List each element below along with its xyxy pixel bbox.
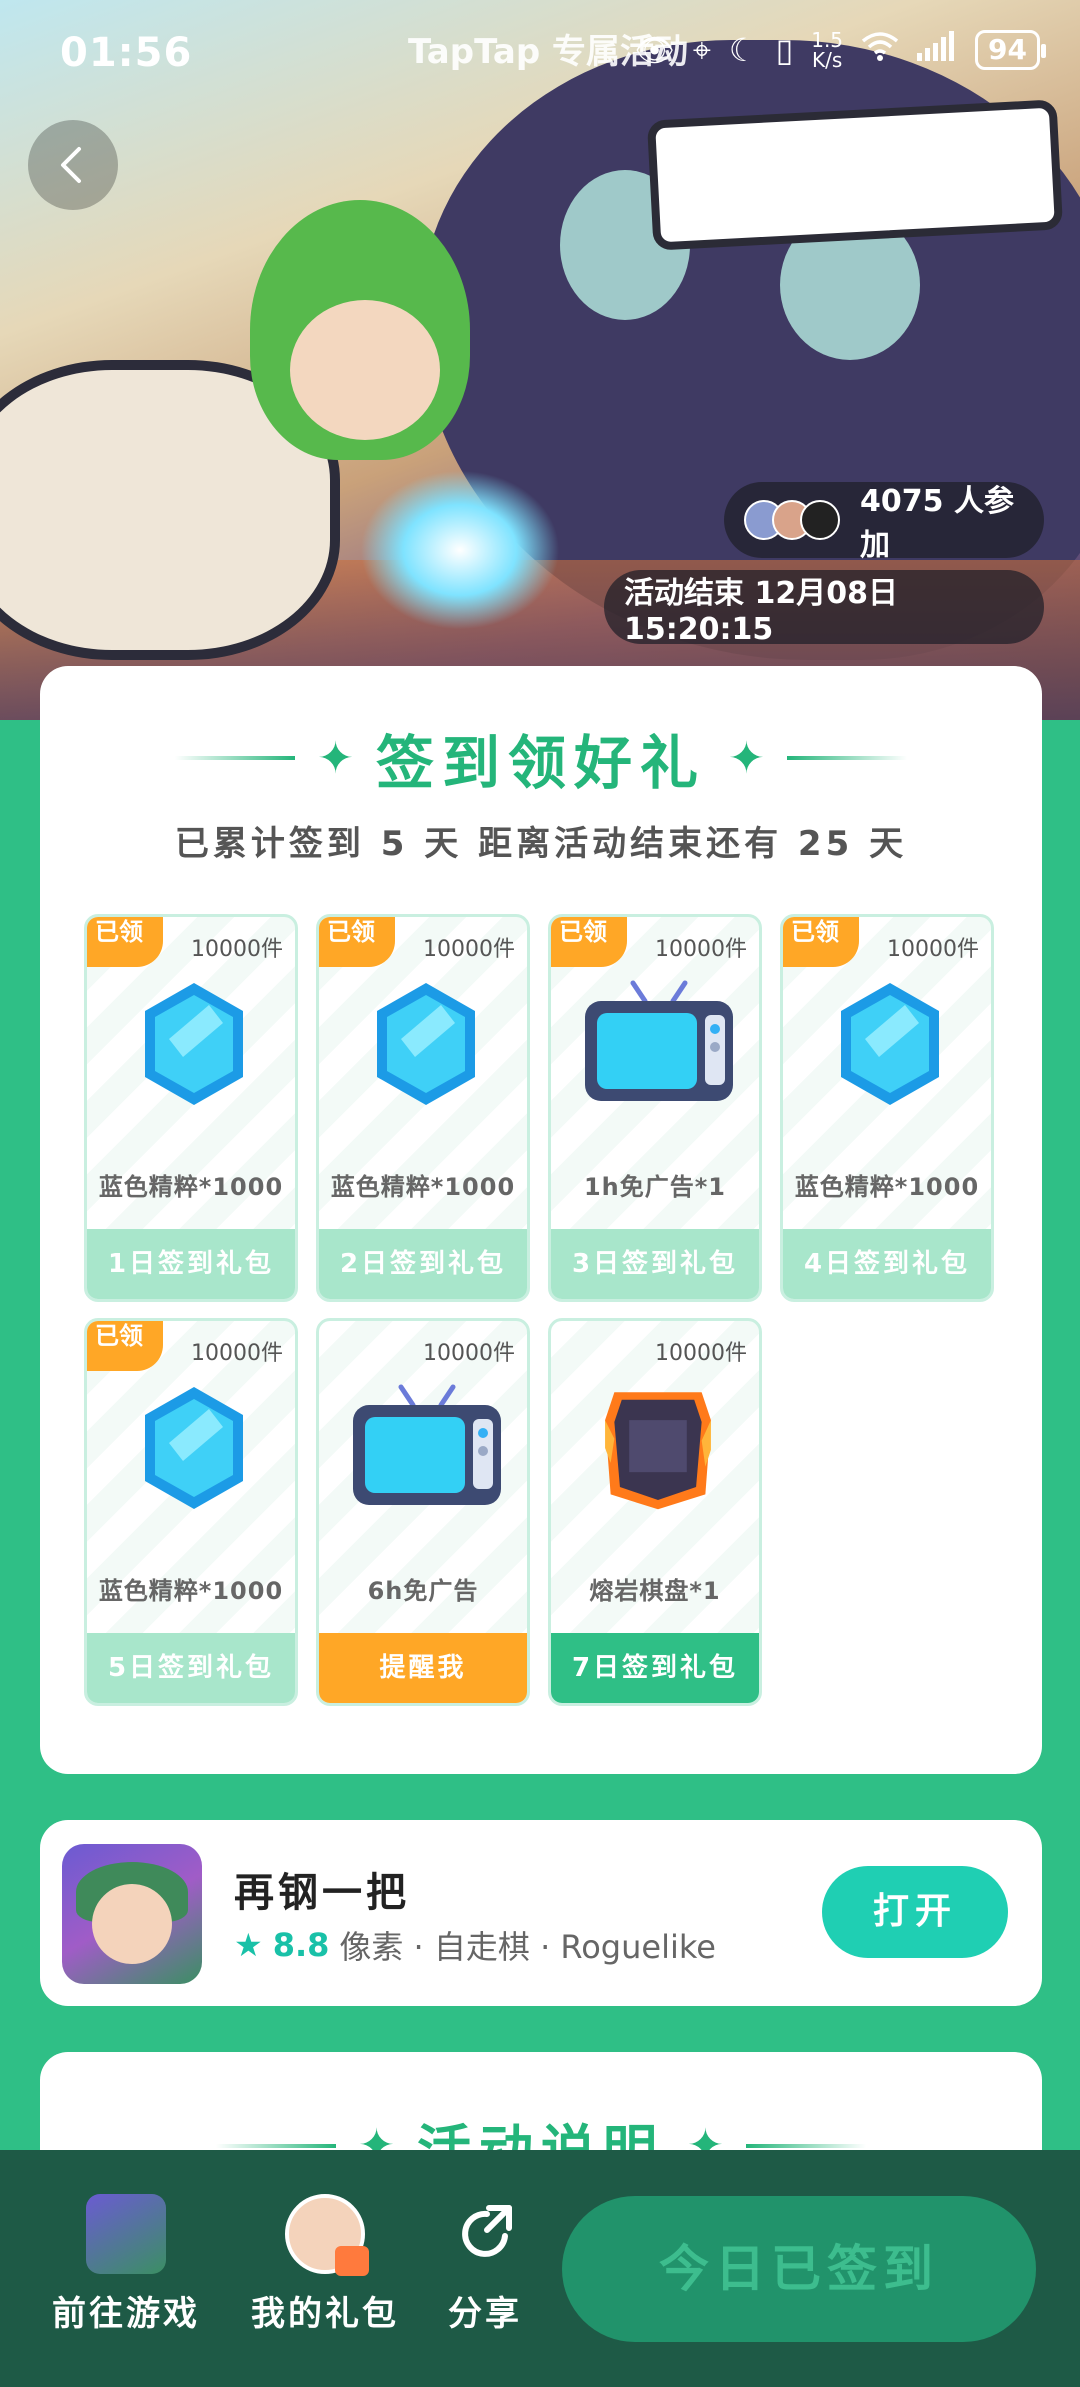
status-time: 01:56 <box>60 30 193 76</box>
reward-name: 熔岩棋盘*1 <box>589 1577 721 1605</box>
go-to-game-label: 前往游戏 <box>52 2294 200 2334</box>
status-icons: 👁 ⌖ ☾ ▯ 1.5 K/s 94 <box>634 28 1046 72</box>
vibrate-icon: ▯ <box>775 31 794 69</box>
reward-button[interactable]: 1日签到礼包 <box>87 1229 295 1299</box>
game-card[interactable]: 再钢一把 ★ 8.8 像素 · 自走棋 · Roguelike 打开 <box>40 1820 1042 2006</box>
wifi-icon <box>861 31 899 69</box>
game-logo <box>646 99 1064 251</box>
share-label: 分享 <box>448 2294 522 2334</box>
reward-card-day2[interactable]: 已领 10000件 蓝色精粹*1000 2日签到礼包 <box>316 914 530 1302</box>
claimed-tag: 已领 <box>319 917 395 967</box>
sparkle-icon: ✦ <box>728 732 765 784</box>
moon-icon: ☾ <box>728 31 758 69</box>
reward-name: 蓝色精粹*1000 <box>98 1173 284 1201</box>
reward-stock: 10000件 <box>655 937 747 962</box>
reward-stock: 10000件 <box>423 1341 515 1366</box>
participants-count: 4075 人参加 <box>860 484 1014 563</box>
game-tags: 像素 · 自走棋 · Roguelike <box>339 1928 716 1966</box>
claimed-tag: 已领 <box>551 917 627 967</box>
game-name: 再钢一把 <box>234 1870 410 1916</box>
sparkle-icon: ✦ <box>317 732 354 784</box>
remind-me-button[interactable]: 提醒我 <box>319 1633 527 1703</box>
reward-name: 蓝色精粹*1000 <box>98 1577 284 1605</box>
open-game-button[interactable]: 打开 <box>822 1866 1008 1958</box>
my-gifts-button[interactable]: 我的礼包 <box>240 2194 410 2335</box>
back-button[interactable] <box>28 120 118 210</box>
claimed-tag: 已领 <box>87 1321 163 1371</box>
reward-button[interactable]: 3日签到礼包 <box>551 1229 759 1299</box>
game-rating: 8.8 <box>272 1926 330 1964</box>
blue-gem-icon <box>145 1387 243 1509</box>
reward-name: 蓝色精粹*1000 <box>330 1173 516 1201</box>
reward-name: 6h免广告 <box>367 1577 479 1605</box>
go-to-game-button[interactable]: 前往游戏 <box>46 2194 206 2335</box>
location-icon: ⌖ <box>692 30 711 69</box>
claimed-tag: 已领 <box>87 917 163 967</box>
reward-stock: 10000件 <box>887 937 979 962</box>
blue-gem-icon <box>377 983 475 1105</box>
signin-progress: 已累计签到 5 天 距离活动结束还有 25 天 <box>174 824 908 864</box>
gift-avatar-icon <box>285 2194 369 2276</box>
tv-icon <box>353 1384 501 1505</box>
my-gifts-label: 我的礼包 <box>251 2294 399 2334</box>
activity-end-time: 活动结束 12月08日 15:20:15 <box>604 570 1044 647</box>
claimed-tag: 已领 <box>783 917 859 967</box>
reward-card-day6[interactable]: 10000件 6h免广告 提醒我 <box>316 1318 530 1706</box>
reward-name: 1h免广告*1 <box>583 1173 727 1201</box>
blue-gem-icon <box>841 983 939 1105</box>
reward-card-day1[interactable]: 已领 10000件 蓝色精粹*1000 1日签到礼包 <box>84 914 298 1302</box>
participants-badge: 4075 人参加 <box>724 482 1044 563</box>
tv-icon <box>585 980 733 1101</box>
reward-name: 蓝色精粹*1000 <box>794 1173 980 1201</box>
reward-card-day5[interactable]: 已领 10000件 蓝色精粹*1000 5日签到礼包 <box>84 1318 298 1706</box>
blue-gem-icon <box>145 983 243 1105</box>
signin-title: 签到领好礼 <box>375 729 706 797</box>
share-button[interactable]: 分享 <box>430 2194 540 2335</box>
reward-stock: 10000件 <box>423 937 515 962</box>
reward-card-day7[interactable]: 10000件 熔岩棋盘*1 7日签到礼包 <box>548 1318 762 1706</box>
back-arrow-icon <box>61 147 81 183</box>
signal-icon <box>917 31 957 69</box>
reward-stock: 10000件 <box>191 937 283 962</box>
reward-button[interactable]: 4日签到礼包 <box>783 1229 991 1299</box>
reward-card-day4[interactable]: 已领 10000件 蓝色精粹*1000 4日签到礼包 <box>780 914 994 1302</box>
signin-card: ✦ 签到领好礼 ✦ 已累计签到 5 天 距离活动结束还有 25 天 已领 100… <box>40 666 1042 1774</box>
eye-icon: 👁 <box>634 31 675 69</box>
reward-stock: 10000件 <box>191 1341 283 1366</box>
banner-glow-art <box>360 470 560 630</box>
signed-today-button[interactable]: 今日已签到 <box>562 2196 1036 2342</box>
net-speed: 1.5 K/s <box>811 28 844 72</box>
reward-button[interactable]: 2日签到礼包 <box>319 1229 527 1299</box>
game-avatar-icon <box>86 2194 166 2274</box>
signin-title-row: ✦ 签到领好礼 ✦ <box>40 716 1042 800</box>
reward-button[interactable]: 5日签到礼包 <box>87 1633 295 1703</box>
participant-avatars <box>744 500 840 540</box>
reward-button[interactable]: 7日签到礼包 <box>551 1633 759 1703</box>
reward-card-day3[interactable]: 已领 10000件 1h免广告*1 3日签到礼包 <box>548 914 762 1302</box>
reward-stock: 10000件 <box>655 1341 747 1366</box>
bottom-action-bar: 前往游戏 我的礼包 分享 今日已签到 <box>0 2150 1080 2387</box>
star-icon: ★ <box>234 1926 263 1964</box>
game-meta: ★ 8.8 像素 · 自走棋 · Roguelike <box>234 1922 716 1968</box>
game-app-icon[interactable] <box>62 1844 202 1984</box>
share-icon <box>445 2194 525 2274</box>
avatar <box>800 500 840 540</box>
lava-board-icon <box>605 1392 711 1510</box>
battery-indicator: 94 <box>975 30 1046 70</box>
status-bar: 01:56 TapTap 专属活动 👁 ⌖ ☾ ▯ 1.5 K/s 94 <box>0 0 1080 100</box>
